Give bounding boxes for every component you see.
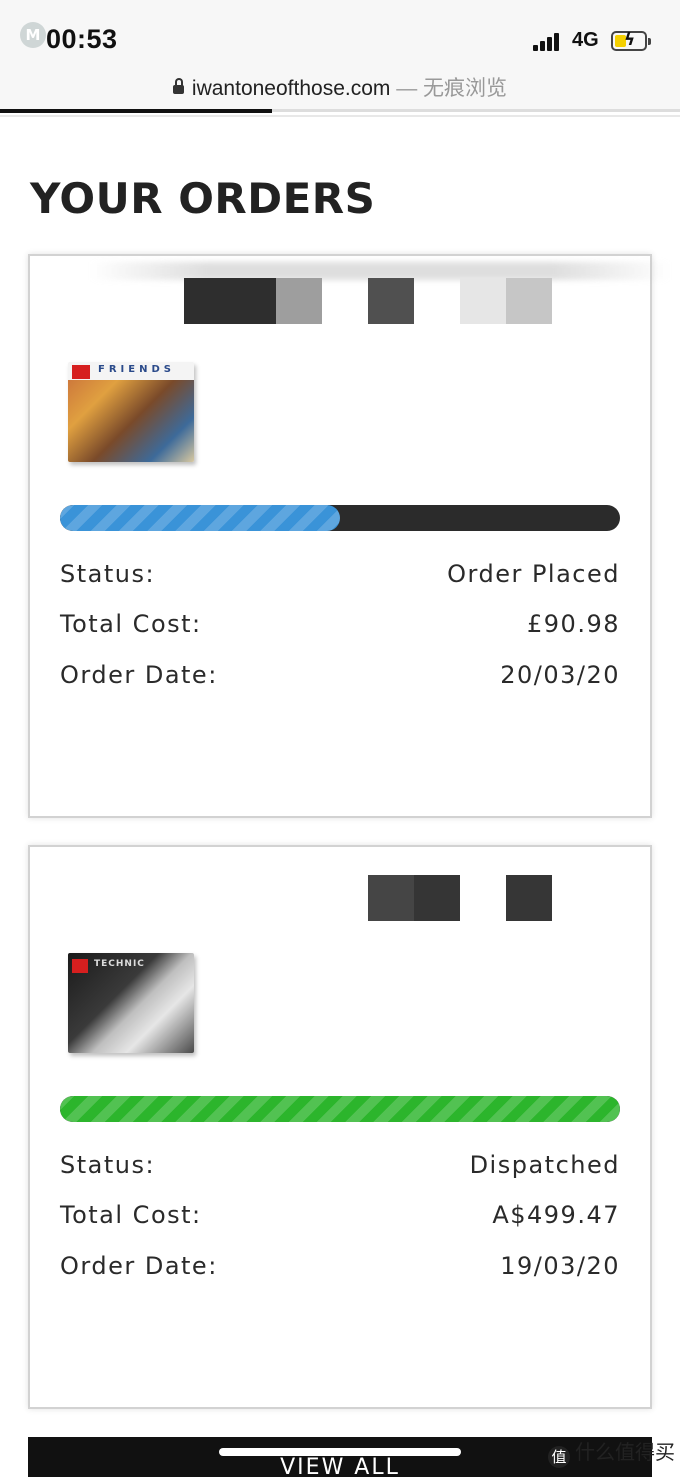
redacted-block	[414, 875, 460, 921]
total-cost-value: A$499.47	[492, 1201, 620, 1229]
order-date-row: Order Date: 20/03/20	[60, 661, 620, 695]
order-date-label: Order Date:	[60, 1252, 218, 1280]
status-row: Status: Dispatched	[60, 1151, 620, 1185]
status-label: Status:	[60, 1151, 156, 1179]
status-bar: M 00:53 4G ϟ iwantoneofthose.com — 无痕浏览	[0, 0, 680, 113]
status-value: Order Placed	[447, 560, 620, 588]
order-date-value: 20/03/20	[500, 661, 620, 689]
redacted-block	[276, 278, 322, 324]
url-domain: iwantoneofthose.com	[191, 77, 391, 100]
order-date-row: Order Date: 19/03/20	[60, 1252, 620, 1286]
address-bar[interactable]: iwantoneofthose.com — 无痕浏览	[0, 72, 680, 102]
redacted-block	[460, 278, 506, 324]
product-brand: FRIENDS	[98, 364, 175, 375]
watermark-logo-icon: 值	[548, 1446, 570, 1468]
status-row: Status: Order Placed	[60, 560, 620, 594]
product-image[interactable]: TECHNIC	[68, 953, 194, 1053]
order-progress-fill	[60, 505, 340, 531]
lego-logo-icon	[72, 959, 88, 973]
network-type: 4G	[572, 29, 599, 51]
watermark: 值什么值得买	[548, 1436, 675, 1468]
order-card[interactable]: FRIENDS Status: Order Placed Total Cost:…	[28, 254, 670, 818]
redacted-block	[368, 278, 414, 324]
watermark-text: 什么值得买	[575, 1440, 675, 1464]
order-progress-bar	[60, 1096, 620, 1122]
status-value: Dispatched	[469, 1151, 620, 1179]
redacted-block	[506, 875, 552, 921]
page-title: YOUR ORDERS	[30, 174, 376, 223]
redacted-block	[184, 278, 276, 324]
status-time: 00:53	[46, 24, 118, 54]
total-cost-value: £90.98	[527, 610, 620, 638]
lock-icon	[172, 78, 184, 94]
order-date-value: 19/03/20	[500, 1252, 620, 1280]
total-cost-label: Total Cost:	[60, 610, 202, 638]
lego-logo-icon	[72, 365, 90, 379]
page-load-progress	[0, 109, 680, 113]
signal-icon	[533, 33, 563, 51]
battery-icon: ϟ	[611, 30, 647, 51]
divider	[0, 115, 680, 117]
home-indicator[interactable]	[219, 1448, 461, 1456]
total-cost-row: Total Cost: A$499.47	[60, 1201, 620, 1235]
order-progress-fill	[60, 1096, 620, 1122]
total-cost-label: Total Cost:	[60, 1201, 202, 1229]
app-badge-icon: M	[20, 22, 46, 48]
status-label: Status:	[60, 560, 156, 588]
order-date-label: Order Date:	[60, 661, 218, 689]
product-image[interactable]: FRIENDS	[68, 362, 194, 462]
redacted-block	[368, 875, 414, 921]
private-mode-label: — 无痕浏览	[390, 77, 508, 100]
redacted-block	[506, 278, 552, 324]
product-brand: TECHNIC	[94, 959, 145, 969]
order-card[interactable]: TECHNIC Status: Dispatched Total Cost: A…	[28, 845, 652, 1409]
total-cost-row: Total Cost: £90.98	[60, 610, 620, 644]
order-progress-bar	[60, 505, 620, 531]
